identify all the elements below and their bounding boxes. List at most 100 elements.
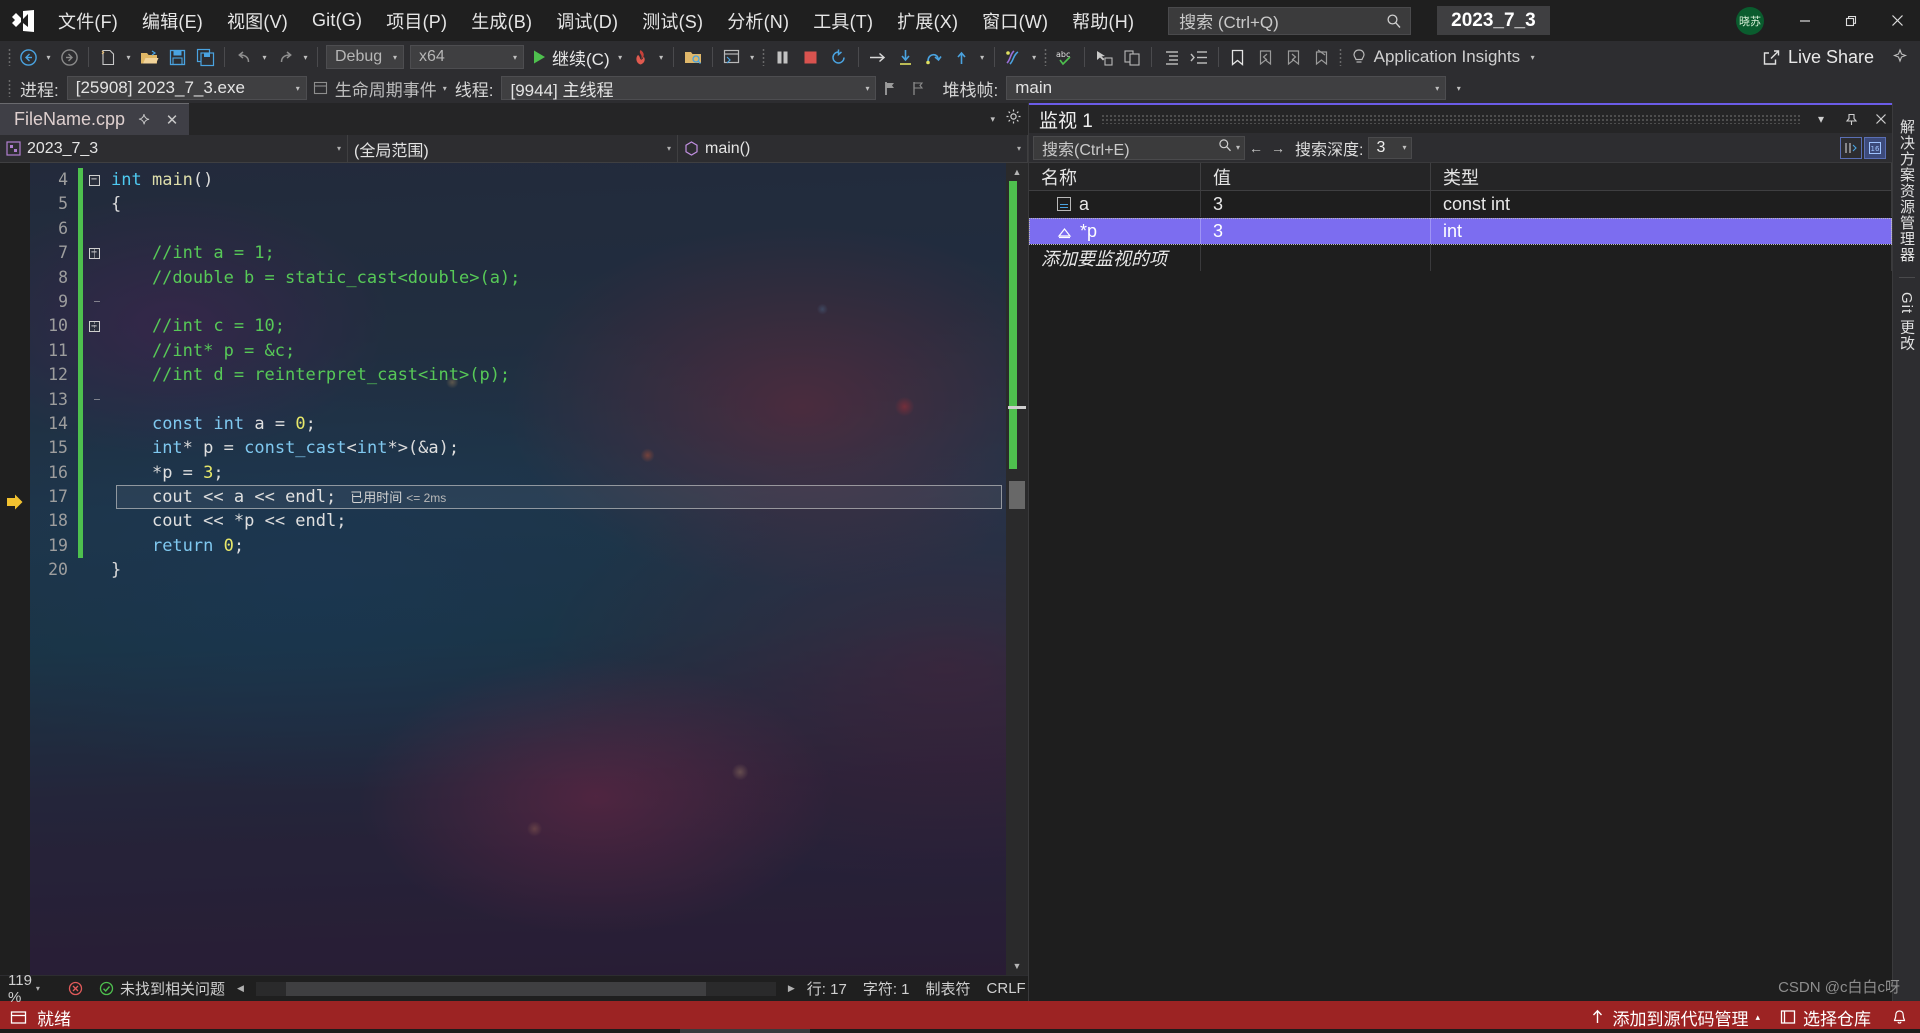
code-text[interactable]: cout << *p << endl; [105,509,1006,533]
continue-button[interactable]: 继续(C) [527,44,614,70]
column-header-name[interactable]: 名称 [1029,163,1201,190]
hscroll-right-arrow-icon[interactable]: ▶ [784,983,799,994]
watch-search-input[interactable]: 搜索(Ctrl+E) ▾ [1033,135,1245,160]
code-text[interactable]: const int a = 0; [105,412,1006,436]
hscroll-thumb[interactable] [285,981,706,996]
column-header-type[interactable]: 类型 [1431,163,1892,190]
toolbar-grip[interactable] [4,46,14,68]
code-line[interactable]: 10 − //int c = 10; [30,314,1006,339]
watch-row-value-a[interactable]: 3 [1201,191,1431,217]
pin-icon[interactable]: ⯎ [135,111,153,128]
global-search-input[interactable]: 搜索 (Ctrl+Q) [1168,6,1412,35]
show-windows-dropdown-icon[interactable]: ▾ [746,44,759,70]
code-line[interactable]: 8 //double b = static_cast<double>(a); [30,265,1006,290]
hex-display-toggle-icon[interactable]: 16 [1864,136,1886,159]
code-line[interactable]: 14 const int a = 0; [30,411,1006,437]
table-row[interactable]: a 3 const int [1029,191,1892,218]
unflag-thread-icon[interactable] [904,75,932,101]
undo-icon[interactable] [230,44,258,70]
watch-variables-grid[interactable]: 名称 值 类型 a 3 const int *p 3 int 添加要监视的项 [1029,163,1892,1001]
code-text[interactable]: cout << a << endl; 已用时间 <= 2ms [105,485,1006,510]
watch-panel-menu-icon[interactable]: ▾ [1810,107,1832,131]
editor-breakpoint-gutter[interactable] [0,163,30,975]
restart-debugging-button[interactable] [825,44,853,70]
navigate-backward-icon[interactable] [14,44,42,70]
fold-region-control[interactable]: − [83,321,105,333]
show-columns-icon[interactable] [1840,136,1862,159]
watch-row-name-a[interactable]: a [1029,191,1201,217]
step-over-icon[interactable] [920,44,948,70]
code-lines-container[interactable]: 4−int main()5{67− //int a = 1;8 //double… [30,163,1006,975]
comment-selection-icon[interactable] [1090,44,1118,70]
code-line[interactable]: 7 − //int a = 1; [30,241,1006,266]
application-insights-button[interactable]: Application Insights ▾ [1350,44,1539,70]
stackframe-combo[interactable]: main ▾ [1006,76,1447,100]
flag-thread-icon[interactable] [876,75,904,101]
search-next-icon[interactable]: → [1267,136,1289,160]
clear-bookmarks-icon[interactable] [1308,44,1336,70]
watch-panel-pin-icon[interactable] [1840,107,1862,131]
nav-project-combo[interactable]: 2023_7_3 ▾ [0,135,348,162]
scrollbar-thumb[interactable] [1009,481,1025,509]
live-share-button[interactable]: Live Share [1762,47,1890,68]
add-watch-row[interactable]: 添加要监视的项 [1029,245,1892,272]
next-bookmark-icon[interactable] [1280,44,1308,70]
toolbar-options-icon[interactable] [1890,48,1920,66]
code-line[interactable]: 20} [30,558,1006,582]
code-line[interactable]: 12 //int d = reinterpret_cast<int>(p); [30,363,1006,388]
tab-filename-cpp[interactable]: FileName.cpp ⯎ ✕ [0,103,190,135]
stop-debugging-button[interactable] [797,44,825,70]
line-ending-indicator[interactable]: CRLF [979,980,1034,997]
nav-member-combo[interactable]: main() ▾ [678,135,1028,162]
menu-debug[interactable]: 调试(D) [544,0,630,41]
code-text[interactable]: *p = 3; [105,461,1006,485]
restore-button[interactable] [1828,0,1874,41]
threads-icon[interactable] [1000,44,1028,70]
settings-gear-icon[interactable] [1005,108,1022,130]
select-repository-button[interactable]: 选择仓库 [1780,1005,1871,1030]
decrease-indent-icon[interactable] [1157,44,1185,70]
menu-help[interactable]: 帮助(H) [1060,0,1146,41]
close-button[interactable] [1874,0,1920,41]
lifecycle-events-button[interactable]: 生命周期事件 ▾ [313,76,447,101]
watch-search-dropdown-icon[interactable]: ▾ [1236,143,1240,152]
menu-analyze[interactable]: 分析(N) [715,0,801,41]
code-line[interactable]: 18 cout << *p << endl; [30,509,1006,534]
step-into-icon[interactable] [892,44,920,70]
table-row[interactable]: *p 3 int [1029,218,1892,245]
navigate-forward-icon[interactable] [55,44,83,70]
code-editor[interactable]: 4−int main()5{67− //int a = 1;8 //double… [0,163,1028,975]
code-line[interactable]: 16 *p = 3; [30,460,1006,486]
solution-configuration-combo[interactable]: Debug ▾ [326,45,404,69]
code-line[interactable]: 17 cout << a << endl; 已用时间 <= 2ms [30,485,1006,510]
solution-platform-combo[interactable]: x64 ▾ [410,45,524,69]
toolbar-grip[interactable] [4,77,14,99]
code-line[interactable]: 19 return 0; [30,533,1006,559]
menu-project[interactable]: 项目(P) [374,0,459,41]
code-line[interactable]: 13 [30,387,1006,412]
nav-scope-combo[interactable]: (全局范围) ▾ [348,135,678,162]
search-depth-spinner[interactable]: 3 ▾ [1368,136,1413,159]
add-watch-value-cell[interactable] [1201,245,1431,271]
close-icon[interactable]: ✕ [163,111,181,129]
new-file-icon[interactable] [94,44,122,70]
code-text[interactable]: int* p = const_cast<int*>(&a); [105,436,1006,460]
watch-row-name-ptr[interactable]: *p [1029,218,1201,244]
zoom-level-combo[interactable]: 119 % ▾ [0,972,48,1006]
menu-view[interactable]: 视图(V) [215,0,300,41]
collapse-minus-icon[interactable]: − [88,174,100,186]
code-text[interactable]: //int d = reinterpret_cast<int>(p); [105,363,1006,387]
hot-reload-dropdown-icon[interactable]: ▾ [655,44,668,70]
code-line[interactable]: 5{ [30,192,1006,217]
watch-row-value-ptr[interactable]: 3 [1201,218,1431,244]
watch-panel-close-icon[interactable] [1870,107,1892,131]
toggle-bookmark-icon[interactable] [1224,44,1252,70]
spellcheck-icon[interactable]: abc [1051,44,1079,70]
watch-grid-empty-area[interactable] [1029,272,1892,1001]
menu-git[interactable]: Git(G) [300,0,374,41]
attach-folder-icon[interactable] [679,44,707,70]
fold-region-control[interactable]: − [83,247,105,259]
editor-vertical-scrollbar[interactable]: ▲ ▼ [1006,163,1028,975]
application-insights-dropdown-icon[interactable]: ▾ [1526,44,1539,70]
new-file-dropdown-icon[interactable]: ▾ [122,44,135,70]
